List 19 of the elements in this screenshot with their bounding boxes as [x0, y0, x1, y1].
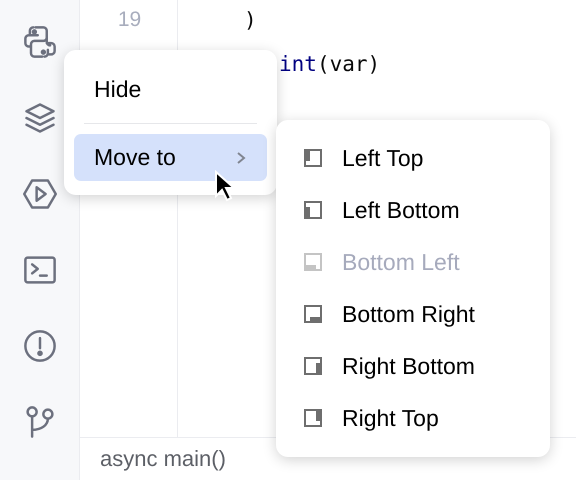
- python-icon[interactable]: [22, 24, 58, 60]
- exclamation-circle-icon[interactable]: [22, 328, 58, 364]
- window-position-icon: [304, 149, 322, 167]
- code-line: ): [244, 8, 257, 32]
- window-position-icon: [304, 305, 322, 323]
- menu-item[interactable]: Left Top: [276, 132, 550, 184]
- menu-item[interactable]: Bottom Right: [276, 288, 550, 340]
- menu-item[interactable]: Move to: [74, 134, 267, 181]
- code-line: int(var): [279, 52, 380, 76]
- menu-item[interactable]: Right Top: [276, 392, 550, 444]
- menu-item[interactable]: Hide: [74, 66, 267, 113]
- breadcrumb[interactable]: async main(): [100, 446, 226, 472]
- window-position-icon: [304, 357, 322, 375]
- window-position-icon: [304, 409, 322, 427]
- menu-item[interactable]: Right Bottom: [276, 340, 550, 392]
- window-position-icon: [304, 253, 322, 271]
- line-number: 19: [118, 8, 142, 31]
- window-position-icon: [304, 201, 322, 219]
- menu-item[interactable]: Left Bottom: [276, 184, 550, 236]
